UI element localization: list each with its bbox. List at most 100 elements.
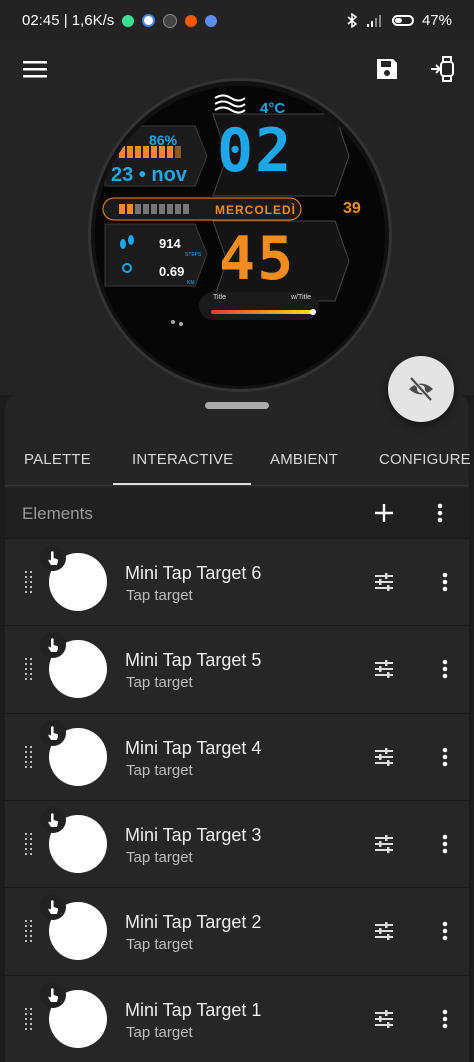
add-element-button[interactable] [371,500,397,526]
steps-value: 914 [159,236,181,251]
element-subtitle: Tap target [126,848,193,866]
distance-value: 0.69 [159,264,185,279]
watch-face[interactable]: 4°C 86% 02 23 • nov MERCOLEDÌ 39 45 914 … [95,86,385,386]
temperature: 4°C [260,100,286,117]
seconds: 39 [343,200,361,217]
tab-interactive[interactable]: INTERACTIVE [132,433,233,485]
tap-gesture-icon [40,894,66,921]
tune-icon [375,922,393,941]
elements-header: Elements [5,488,469,538]
elements-title: Elements [22,504,93,523]
menu-button[interactable] [18,52,52,86]
more-vert-icon [437,503,443,523]
distance-label: KM [187,280,195,286]
element-settings-button[interactable] [373,571,395,593]
tap-gesture-icon [40,981,66,1008]
elements-more-button[interactable] [429,500,451,526]
signal-icon [366,14,381,27]
element-row[interactable]: Mini Tap Target 3 Tap target [5,799,469,887]
element-more-button[interactable] [435,833,455,855]
tab-configure[interactable]: CONFIGURE [379,433,471,485]
bluetooth-icon [347,13,358,28]
sheet-drag-handle[interactable] [205,402,269,409]
bottom-sheet: PALETTE INTERACTIVE AMBIENT CONFIGURE El… [5,393,471,1062]
element-title: Mini Tap Target 1 [125,999,262,1020]
element-settings-button[interactable] [373,658,395,680]
element-row[interactable]: Mini Tap Target 4 Tap target [5,712,469,800]
tune-icon [375,747,393,766]
element-settings-button[interactable] [373,746,395,768]
drag-handle-icon[interactable] [25,832,33,855]
more-vert-icon [442,1009,448,1028]
more-vert-icon [442,921,448,941]
divider [5,485,469,486]
element-subtitle: Tap target [126,587,193,604]
app-icon [205,14,218,27]
hour-digits: 02 [217,116,294,186]
reddit-icon [185,14,198,27]
element-more-button[interactable] [435,658,455,680]
status-bar: 02:45 | 1,6K/s 47% [0,0,474,40]
gradient-bar [211,310,315,314]
app-icon [163,13,178,28]
watch-sync-icon [431,56,454,82]
hamburger-menu-icon [23,61,47,78]
drag-handle-icon[interactable] [25,658,33,681]
battery-percent-watch: 86% [149,132,178,148]
tune-icon [375,834,393,853]
element-row[interactable]: Mini Tap Target 6 Tap target [5,538,469,625]
weekday: MERCOLEDÌ [215,203,296,217]
battery-icon [391,15,414,26]
app-icon [122,14,135,27]
element-row[interactable]: Mini Tap Target 1 Tap target [5,974,469,1062]
element-title: Mini Tap Target 4 [125,737,262,758]
more-vert-icon [442,659,448,679]
element-title: Mini Tap Target 5 [125,650,262,671]
save-icon [377,59,397,79]
save-button[interactable] [370,52,404,86]
bar-title-left: Title [213,294,226,301]
weekday-bar [119,204,189,214]
tab-bar: PALETTE INTERACTIVE AMBIENT CONFIGURE [5,433,471,485]
element-settings-button[interactable] [373,920,395,942]
element-more-button[interactable] [435,571,455,593]
drag-handle-icon[interactable] [25,920,33,943]
minute-digits: 45 [219,224,296,294]
element-subtitle: Tap target [126,936,193,954]
tab-palette[interactable]: PALETTE [24,433,91,485]
element-title: Mini Tap Target 3 [125,824,262,845]
element-title: Mini Tap Target 6 [125,563,262,583]
status-time: 02:45 | 1,6K/s [22,12,115,29]
more-vert-icon [442,572,448,592]
element-row[interactable]: Mini Tap Target 2 Tap target [5,887,469,975]
steps-label: STEPS [185,252,202,258]
tune-icon [375,1009,393,1028]
element-settings-button[interactable] [373,1008,395,1030]
tap-gesture-icon [40,719,66,746]
date: 23 • nov [111,164,187,186]
visibility-toggle-button[interactable] [388,356,454,422]
more-vert-icon [442,834,448,854]
google-icon [142,14,156,27]
drag-handle-icon[interactable] [25,571,33,593]
element-more-button[interactable] [435,746,455,768]
tab-ambient[interactable]: AMBIENT [270,433,338,485]
wind-icon [214,94,246,114]
tap-gesture-icon [40,545,66,571]
tap-gesture-icon [40,806,66,833]
tune-icon [375,573,393,591]
element-title: Mini Tap Target 2 [125,912,262,933]
bar-title-right: w/Title [291,294,311,301]
drag-handle-icon[interactable] [25,1007,33,1030]
drag-handle-icon[interactable] [25,745,33,768]
element-subtitle: Tap target [126,674,193,692]
element-more-button[interactable] [435,1008,455,1030]
element-subtitle: Tap target [126,1023,193,1041]
element-settings-button[interactable] [373,833,395,855]
battery-percent: 47% [421,12,452,29]
send-to-watch-button[interactable] [426,52,460,86]
element-more-button[interactable] [435,920,455,942]
element-row[interactable]: Mini Tap Target 5 Tap target [5,625,469,713]
eye-off-icon [409,376,433,402]
tune-icon [375,660,393,679]
